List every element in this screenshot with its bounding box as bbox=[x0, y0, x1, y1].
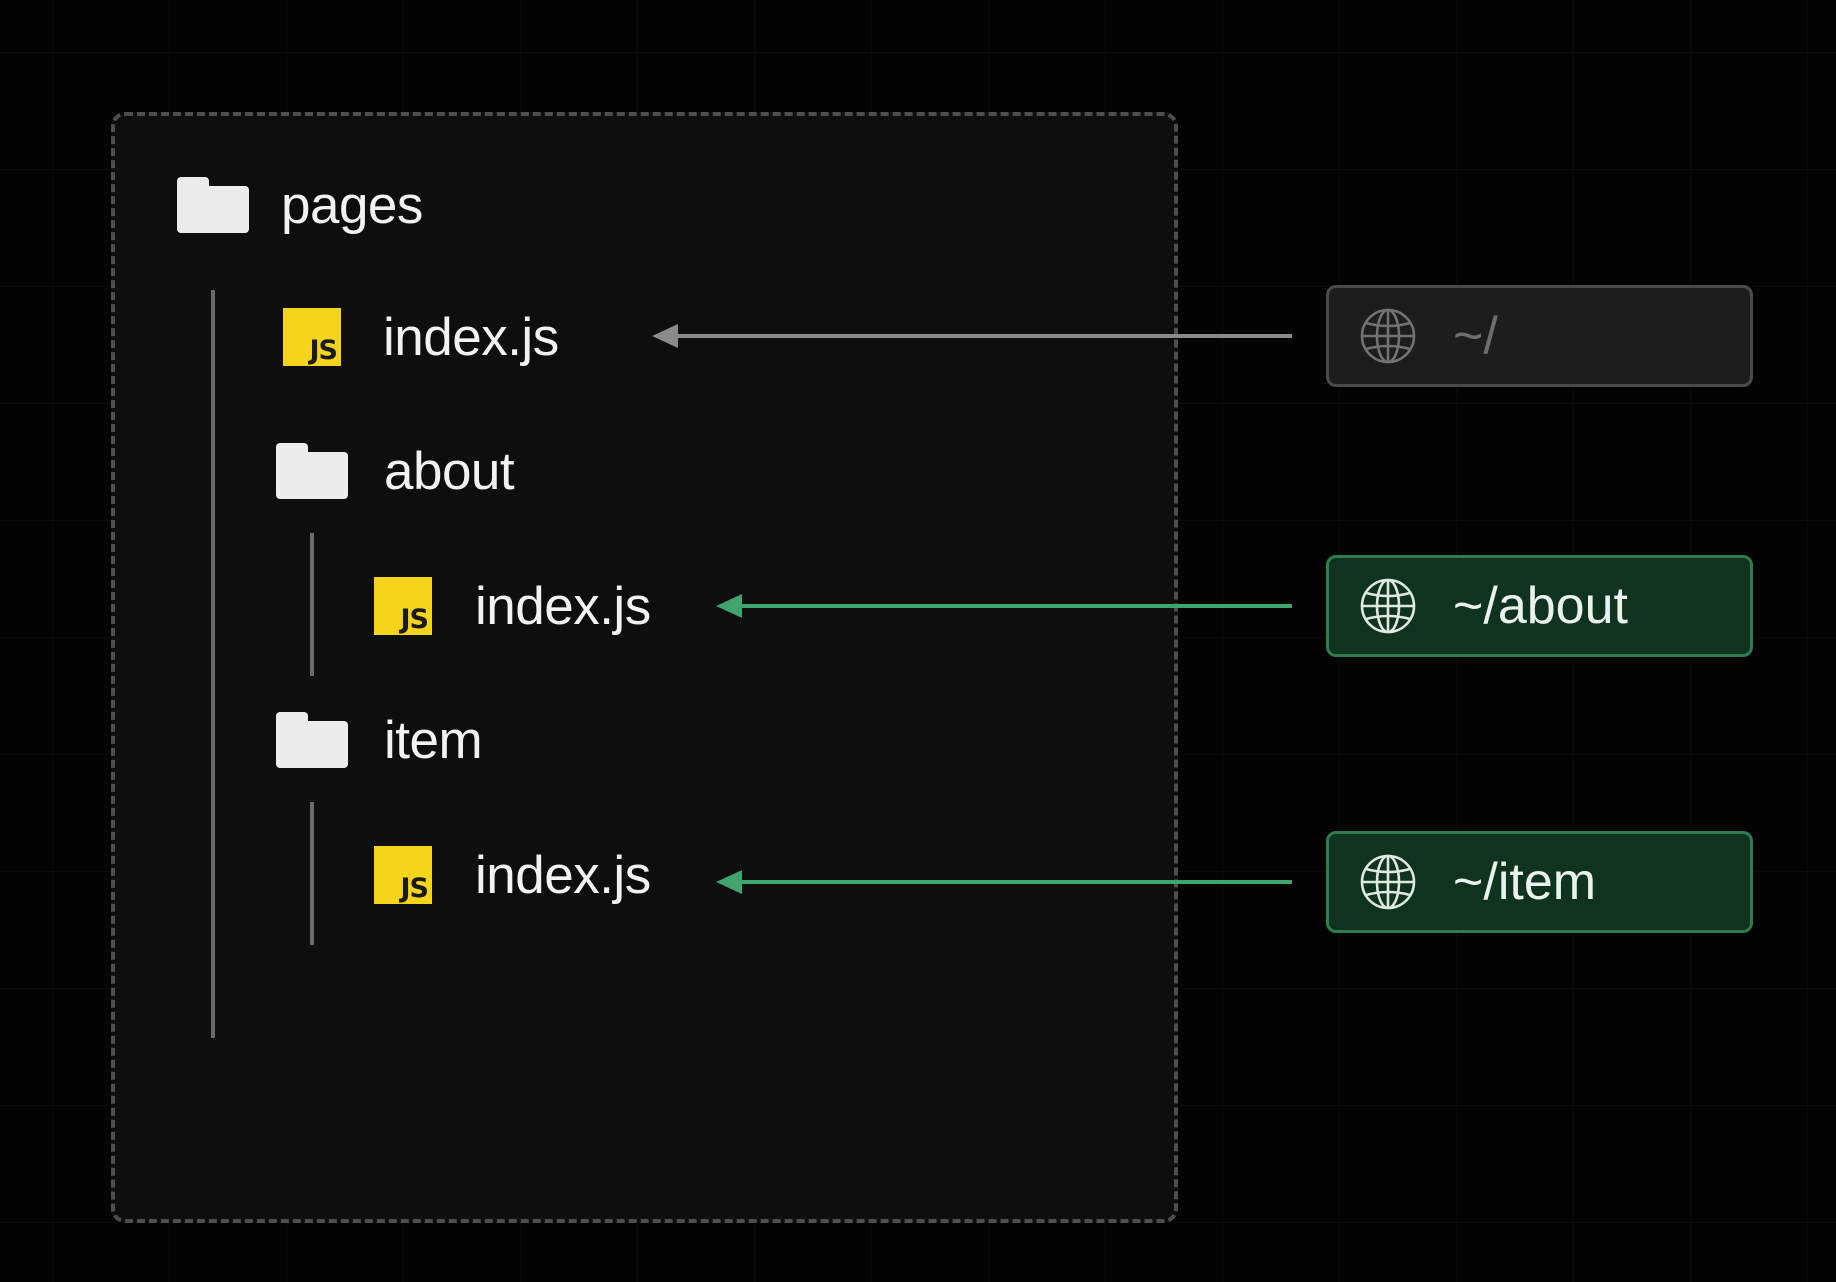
route-path-root: ~/ bbox=[1453, 307, 1498, 365]
route-path-item: ~/item bbox=[1453, 853, 1597, 911]
globe-icon bbox=[1360, 578, 1416, 634]
route-path-about: ~/about bbox=[1453, 577, 1628, 635]
globe-icon bbox=[1360, 308, 1416, 364]
arrow-about bbox=[716, 594, 1292, 618]
route-root[interactable]: ~/ bbox=[1326, 285, 1753, 387]
route-item[interactable]: ~/item bbox=[1326, 831, 1753, 933]
route-about[interactable]: ~/about bbox=[1326, 555, 1753, 657]
globe-icon bbox=[1360, 854, 1416, 910]
arrow-item bbox=[716, 870, 1292, 894]
arrow-root bbox=[652, 324, 1292, 348]
